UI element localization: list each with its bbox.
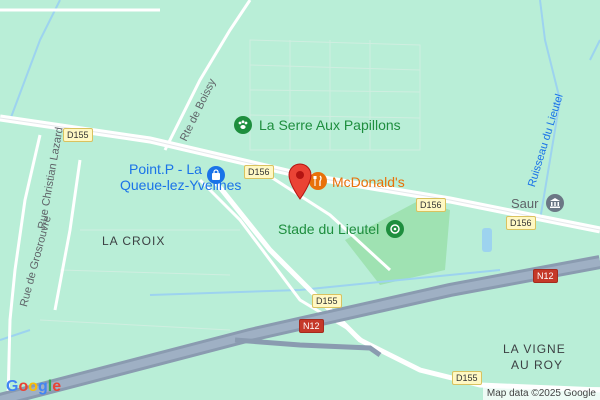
road-shield-d155: D155 [312,294,342,308]
road-shield-n12: N12 [299,319,324,333]
road-shield-d156: D156 [416,198,446,212]
road-shield-d155: D155 [63,128,93,142]
google-logo: Google [6,378,62,395]
map-base-layer [0,0,600,400]
road-shield-n12: N12 [533,269,558,283]
road-shield-d156: D156 [506,216,536,230]
map-pin-icon[interactable] [287,162,313,200]
paw-icon[interactable] [234,116,252,134]
map-canvas[interactable]: La Serre Aux Papillons Point.P - La Queu… [0,0,600,400]
map-attribution[interactable]: Map data ©2025 Google [482,387,600,400]
stadium-icon[interactable] [386,220,404,238]
poi-label-mcdonalds[interactable]: McDonald's [332,174,405,190]
poi-label-serre[interactable]: La Serre Aux Papillons [259,117,401,133]
poi-label-pointp-line2[interactable]: Queue-lez-Yvelines [120,177,241,193]
minor-roads [0,0,392,400]
poi-label-saur[interactable]: Saur [511,196,538,211]
landmark-icon[interactable] [546,194,564,212]
road-shield-d156: D156 [244,165,274,179]
area-label-vigne-line2: AU ROY [511,358,564,372]
poi-label-stade[interactable]: Stade du Lieutel [278,221,379,237]
poi-label-pointp-line1[interactable]: Point.P - La [129,161,202,177]
road-shield-d155: D155 [452,371,482,385]
area-label-vigne-line1: LA VIGNE [503,342,566,356]
area-label-la-croix: LA CROIX [102,234,166,248]
